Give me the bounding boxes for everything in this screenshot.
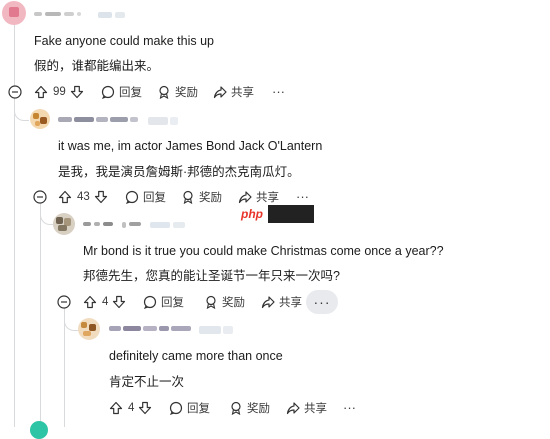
award-icon [206, 295, 216, 309]
comment-bubble-icon [101, 85, 115, 99]
comment-bubble-icon [143, 295, 157, 309]
comment-body-zh: 邦德先生，您真的能让圣诞节一年只来一次吗? [83, 269, 340, 283]
downvote-icon[interactable] [112, 295, 126, 309]
upvote-icon[interactable] [34, 85, 48, 99]
comment: Mr bond is it true you could make Christ… [0, 210, 550, 314]
vote-group: 99 [34, 82, 84, 102]
vote-group: 43 [58, 187, 108, 207]
collapse-thread-icon[interactable] [8, 85, 22, 99]
comment-body-en: it was me, im actor James Bond Jack O'La… [58, 139, 323, 153]
comment: definitely came more than once 肯定不止一次 4 … [0, 314, 550, 427]
comment-body-en: definitely came more than once [109, 349, 283, 363]
comment: it was me, im actor James Bond Jack O'La… [0, 106, 550, 206]
collapse-thread-icon[interactable] [57, 295, 71, 309]
vote-count: 99 [53, 86, 66, 98]
collapse-thread-icon[interactable] [33, 190, 47, 204]
avatar[interactable] [53, 213, 75, 235]
share-icon [261, 296, 275, 309]
comment-body-zh: 肯定不止一次 [109, 375, 185, 389]
username-pixelated[interactable] [34, 12, 125, 18]
award-button[interactable]: 奖励 [229, 398, 270, 418]
username-pixelated[interactable] [58, 117, 178, 125]
more-options-button[interactable]: ··· [306, 290, 338, 314]
comment-body-zh: 是我，我是演员詹姆斯·邦德的杰克南瓜灯。 [58, 165, 300, 179]
avatar[interactable] [78, 318, 100, 340]
avatar[interactable] [30, 421, 48, 439]
comment-body-en: Mr bond is it true you could make Christ… [83, 244, 444, 258]
award-button[interactable]: 奖励 [181, 187, 222, 207]
reply-button[interactable]: 回复 [101, 82, 142, 102]
award-icon [231, 401, 241, 415]
username-pixelated[interactable] [109, 326, 233, 334]
award-button[interactable]: 奖励 [204, 292, 245, 312]
avatar[interactable] [30, 109, 50, 129]
comment: Fake anyone could make this up 假的，谁都能编出来… [0, 0, 550, 100]
upvote-icon[interactable] [109, 401, 123, 415]
award-icon [183, 190, 193, 204]
comment-bubble-icon [169, 401, 183, 415]
vote-group: 4 [83, 292, 126, 312]
share-icon [286, 402, 300, 415]
more-options-button[interactable]: ··· [272, 81, 285, 101]
upvote-icon[interactable] [83, 295, 97, 309]
upvote-icon[interactable] [58, 190, 72, 204]
comment-bubble-icon [125, 190, 139, 204]
share-icon [213, 86, 227, 99]
comment-body-en: Fake anyone could make this up [34, 34, 214, 48]
downvote-icon[interactable] [138, 401, 152, 415]
reply-button[interactable]: 回复 [143, 292, 184, 312]
vote-count: 4 [102, 296, 109, 308]
share-button[interactable]: 共享 [261, 292, 302, 312]
avatar[interactable] [2, 1, 26, 25]
vote-count: 4 [128, 402, 135, 414]
award-icon [159, 85, 169, 99]
award-button[interactable]: 奖励 [157, 82, 198, 102]
username-pixelated[interactable] [83, 222, 185, 228]
reply-button[interactable]: 回复 [125, 187, 166, 207]
vote-group: 4 [109, 398, 152, 418]
more-options-button[interactable]: ··· [296, 186, 309, 206]
reply-button[interactable]: 回复 [169, 398, 210, 418]
share-button[interactable]: 共享 [213, 82, 254, 102]
share-button[interactable]: 共享 [238, 187, 279, 207]
share-icon [238, 191, 252, 204]
vote-count: 43 [77, 191, 90, 203]
downvote-icon[interactable] [70, 85, 84, 99]
comment-body-zh: 假的，谁都能编出来。 [34, 59, 160, 73]
more-options-button[interactable]: ··· [343, 397, 356, 417]
downvote-icon[interactable] [94, 190, 108, 204]
share-button[interactable]: 共享 [286, 398, 327, 418]
